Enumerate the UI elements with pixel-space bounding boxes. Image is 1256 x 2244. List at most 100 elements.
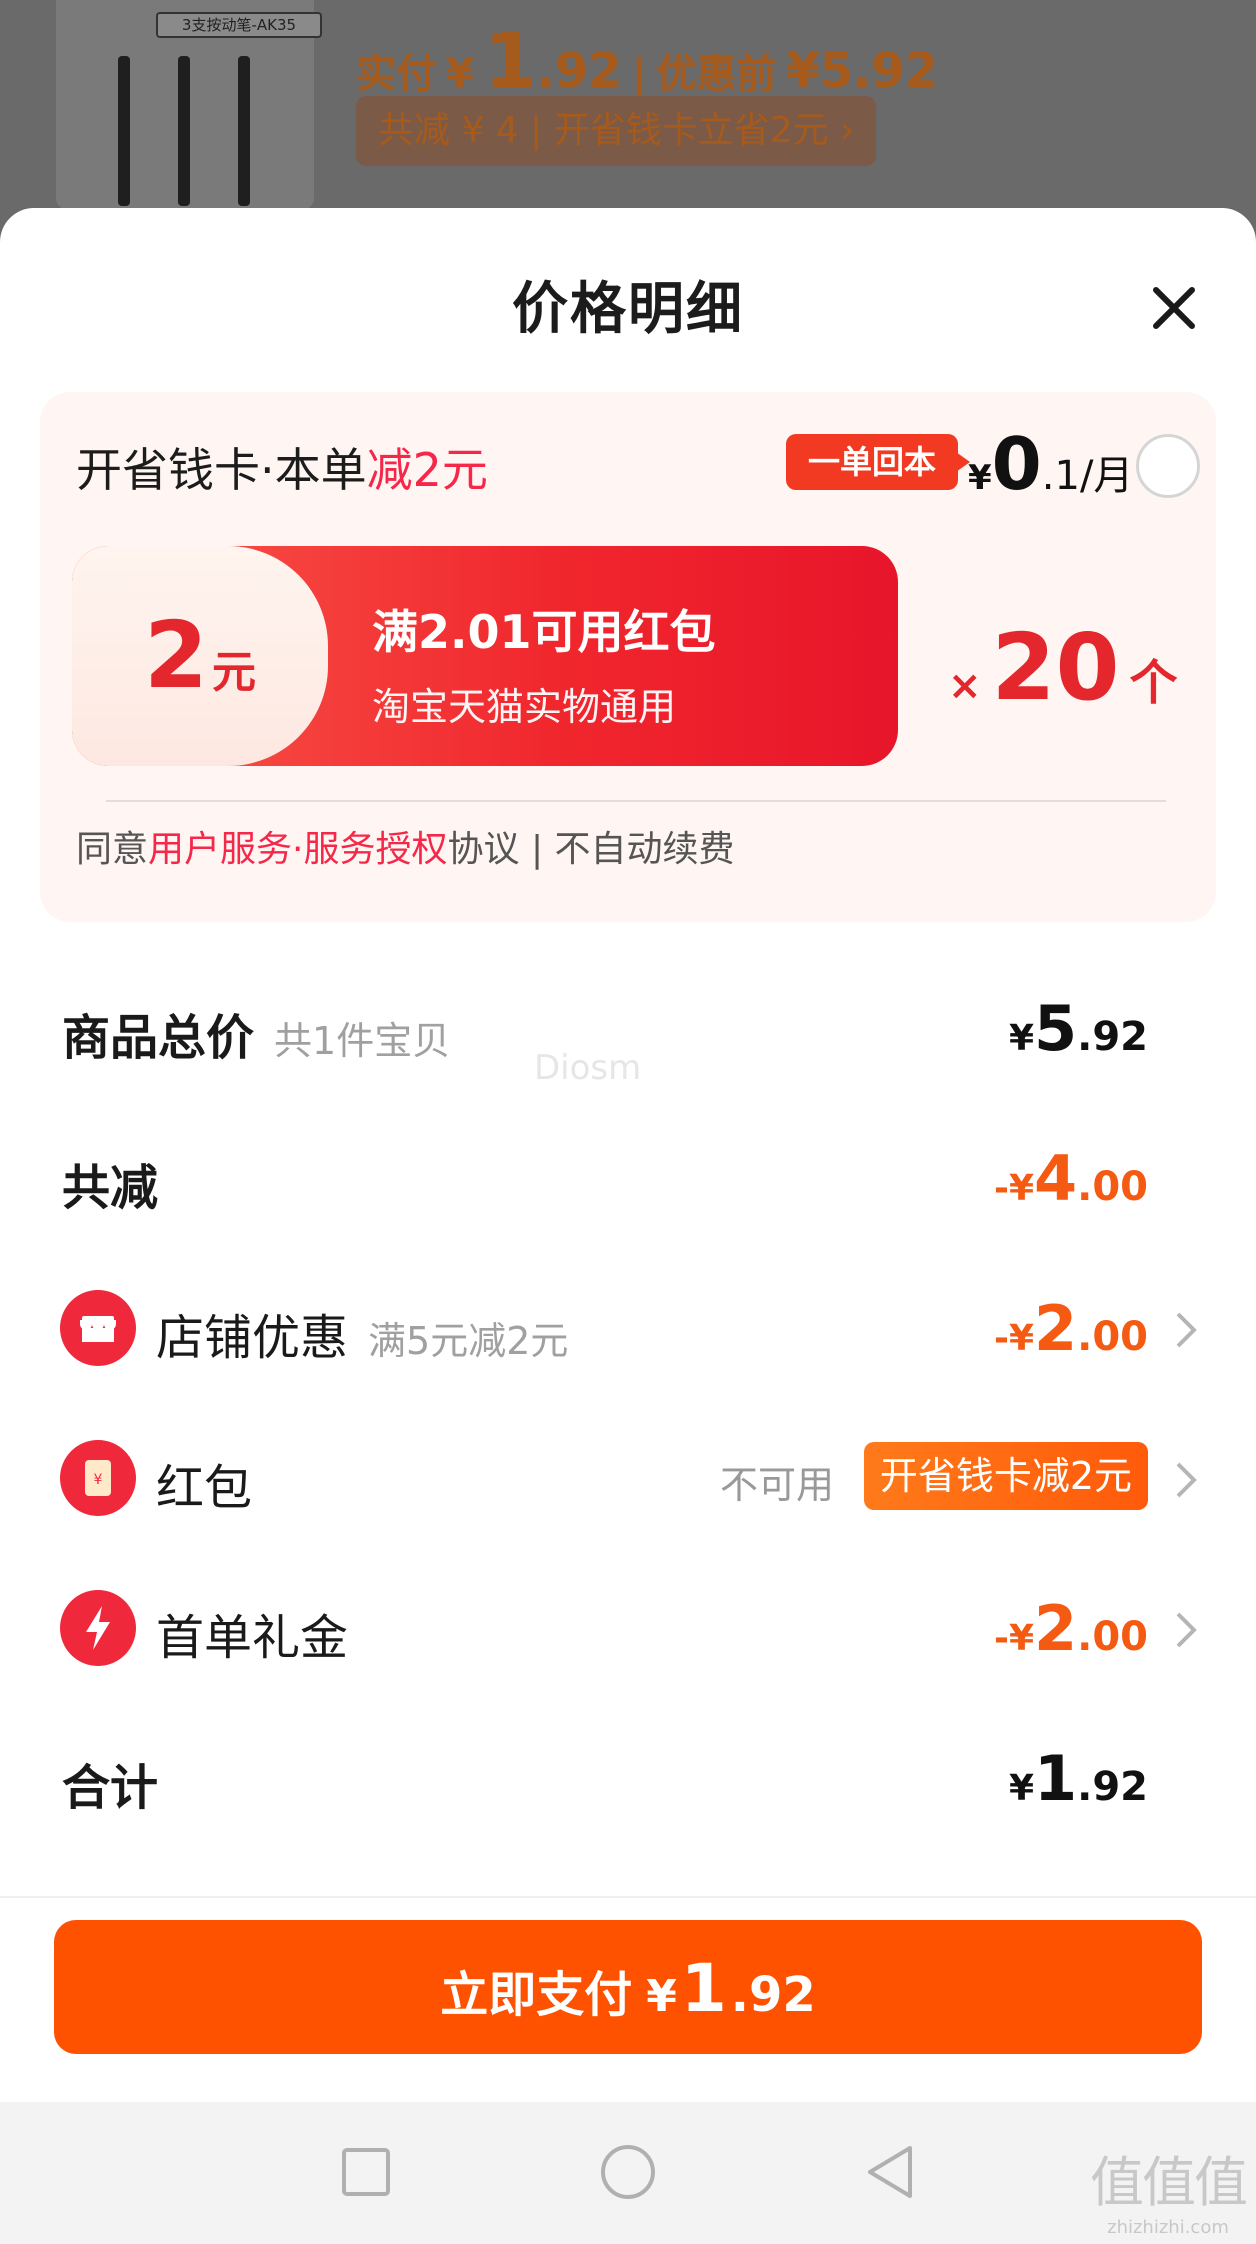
pen-image — [118, 56, 130, 206]
currency: -¥ — [994, 1318, 1034, 1359]
saving-card-pill[interactable]: 开省钱卡减2元 — [863, 1442, 1148, 1510]
pay-now-button[interactable]: 立即支付 ¥1.92 — [54, 1920, 1202, 2054]
sum-label: 合计 — [62, 1760, 159, 1816]
close-icon[interactable] — [1150, 284, 1198, 332]
chevron-right-icon — [1176, 1612, 1197, 1648]
row-total-price: 商品总价 共1件宝贝 ¥5.92 — [0, 992, 1256, 1148]
saving-card-promo[interactable]: 开省钱卡·本单减2元 一单回本 ¥ 0 .1/月 2 元 满2.01可用红包 淘… — [40, 392, 1216, 922]
site-watermark: 值值值 zhizhizhi.com — [1090, 2138, 1248, 2238]
amount-dec: .92 — [1077, 1764, 1148, 1810]
sum-amount: ¥1.92 — [1009, 1742, 1148, 1815]
backdrop-price-line: 实付 ¥ 1.92 | 优惠前 ¥5.92 — [356, 16, 938, 105]
pen-image — [238, 56, 250, 206]
back-icon[interactable] — [860, 2142, 920, 2202]
service-auth-link[interactable]: 服务授权 — [303, 829, 447, 870]
red-packet-coupon: 2 元 满2.01可用红包 淘宝天猫实物通用 — [72, 546, 898, 766]
row-first-order-gift[interactable]: 首单礼金 -¥ 2.00 — [0, 1590, 1256, 1748]
row-sum: 合计 ¥1.92 — [0, 1742, 1256, 1898]
separator: | — [631, 51, 647, 97]
agree-suffix: 协议 | 不自动续费 — [447, 829, 735, 870]
coupon-count-value: 20 — [991, 614, 1120, 721]
product-backdrop: 3支按动笔-AK35 实付 ¥ 1.92 | 优惠前 ¥5.92 共减 ¥ 4 … — [0, 0, 1256, 240]
first-order-gift-label: 首单礼金 — [156, 1610, 349, 1666]
agree-prefix: 同意 — [76, 829, 149, 870]
pay-dec: .92 — [730, 1967, 816, 2023]
coupon-count-unit: 个 — [1129, 655, 1178, 711]
site-watermark-url: zhizhizhi.com — [1107, 2217, 1229, 2238]
paid-int: 1 — [483, 16, 537, 105]
monthly-price-currency: ¥ — [968, 458, 992, 498]
coupon-amount: 2 元 — [72, 546, 328, 766]
currency: ¥ — [1008, 1018, 1034, 1059]
total-price-label-text: 商品总价 — [62, 1010, 255, 1066]
agreement-line: 同意用户服务·服务授权协议 | 不自动续费 — [76, 820, 735, 872]
recent-apps-icon[interactable] — [336, 2142, 396, 2202]
amount-int: 2 — [1034, 1592, 1078, 1665]
currency: -¥ — [994, 1168, 1034, 1209]
user-service-link[interactable]: 用户服务 — [148, 829, 292, 870]
total-price-amount: ¥5.92 — [1009, 992, 1148, 1065]
row-red-packet[interactable]: ¥ 红包 不可用 开省钱卡减2元 — [0, 1440, 1256, 1598]
before-price: ¥5.92 — [786, 43, 939, 99]
saving-card-radio[interactable] — [1136, 434, 1200, 498]
red-packet-icon: ¥ — [60, 1440, 136, 1516]
lightning-icon — [60, 1590, 136, 1666]
amount-int: 2 — [1034, 1292, 1078, 1365]
red-packet-unavailable: 不可用 — [719, 1463, 834, 1507]
site-watermark-glyphs: 值值值 — [1090, 2151, 1248, 2214]
payback-badge: 一单回本 — [786, 434, 971, 490]
price-detail-sheet: 价格明细 开省钱卡·本单减2元 一单回本 ¥ 0 .1/月 2 元 满2.01可… — [0, 208, 1256, 2244]
paid-label: 实付 — [356, 51, 436, 97]
monthly-price-int: 0 — [991, 422, 1042, 506]
currency: -¥ — [994, 1618, 1034, 1659]
amount-dec: .00 — [1077, 1164, 1148, 1210]
first-order-gift-amount: -¥ 2.00 — [994, 1592, 1148, 1665]
bottom-divider — [0, 1896, 1256, 1898]
currency: ¥ — [1008, 1768, 1034, 1809]
coupon-count: × 20 个 — [948, 614, 1178, 721]
pay-label: 立即支付 — [440, 1967, 633, 2023]
home-icon[interactable] — [598, 2142, 658, 2202]
discount-amount: -¥ 4.00 — [994, 1142, 1148, 1215]
promo-heading-text: 开省钱卡·本单 — [76, 443, 367, 497]
total-price-label: 商品总价 共1件宝贝 — [62, 998, 450, 1068]
product-thumbnail: 3支按动笔-AK35 — [56, 0, 322, 210]
promo-heading: 开省钱卡·本单减2元 — [76, 434, 488, 500]
amount-int: 4 — [1034, 1142, 1078, 1215]
shop-discount-amount: -¥ 2.00 — [994, 1292, 1148, 1365]
times-symbol: × — [948, 663, 982, 709]
sheet-title: 价格明细 — [512, 277, 744, 342]
pen-image — [178, 56, 190, 206]
item-count: 共1件宝贝 — [274, 1019, 451, 1063]
amount-dec: .00 — [1077, 1314, 1148, 1360]
pay-int: 1 — [680, 1950, 727, 2027]
shop-discount-rule: 满5元减2元 — [368, 1319, 569, 1363]
shop-discount-label: 店铺优惠 满5元减2元 — [156, 1298, 568, 1368]
before-label: 优惠前 — [656, 51, 777, 97]
agree-dot: · — [292, 829, 304, 870]
amount-dec: .92 — [1077, 1014, 1148, 1060]
paid-currency: ¥ — [446, 51, 474, 97]
promo-divider — [106, 800, 1166, 802]
system-nav-bar: 值值值 zhizhizhi.com — [0, 2102, 1256, 2244]
backdrop-savings[interactable]: 共减 ¥ 4 | 开省钱卡立省2元 › — [356, 96, 877, 166]
coupon-desc: 淘宝天猫实物通用 — [372, 685, 677, 729]
chevron-right-icon — [1176, 1462, 1197, 1498]
amount-int: 1 — [1034, 1742, 1078, 1815]
coupon-title: 满2.01可用红包 — [372, 605, 716, 659]
product-tag: 3支按动笔-AK35 — [156, 12, 322, 38]
paid-dec: .92 — [536, 43, 622, 99]
shop-discount-label-text: 店铺优惠 — [156, 1310, 349, 1366]
monthly-price-rest: .1/月 — [1041, 453, 1134, 499]
coupon-amount-value: 2 — [143, 602, 208, 709]
chevron-right-icon — [1176, 1312, 1197, 1348]
row-total-discount: 共减 -¥ 4.00 — [0, 1142, 1256, 1298]
amount-dec: .00 — [1077, 1614, 1148, 1660]
promo-heading-highlight: 减2元 — [366, 443, 488, 497]
coupon-text: 满2.01可用红包 淘宝天猫实物通用 — [372, 596, 716, 731]
row-shop-discount[interactable]: 店铺优惠 满5元减2元 -¥ 2.00 — [0, 1290, 1256, 1448]
shop-icon — [60, 1290, 136, 1366]
svg-text:¥: ¥ — [94, 1472, 103, 1488]
pay-currency: ¥ — [646, 1971, 677, 2022]
discount-label: 共减 — [62, 1160, 159, 1216]
